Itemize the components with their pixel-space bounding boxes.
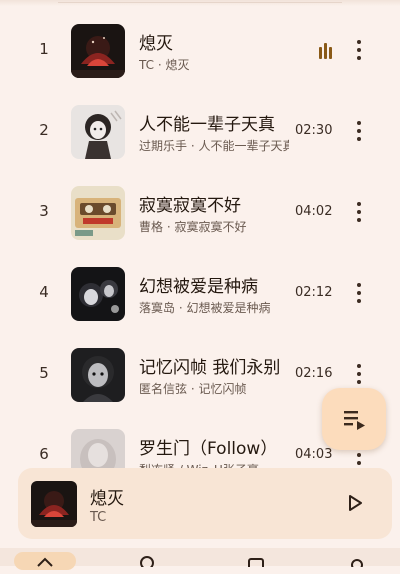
home-icon [37,557,53,567]
now-playing-title: 熄灭 [90,489,124,509]
queue-music-icon [344,411,365,430]
song-subtitle: 曹格 · 寂寞寂寞不好 [139,220,247,234]
song-row[interactable]: 4 幻想被爱是种病 落寞岛 · 幻想被爱是种病 02:12 [0,253,400,334]
song-subtitle: 过期乐手 · 人不能一辈子天真 [139,139,289,153]
nav-settings[interactable] [345,552,369,571]
equalizer-icon [316,43,336,59]
more-vertical-icon[interactable] [350,281,368,305]
song-index: 2 [39,121,49,139]
top-divider [0,0,400,6]
queue-button[interactable] [322,388,386,450]
song-index: 4 [39,283,49,301]
song-title: 罗生门（Follow） [139,439,278,459]
nav-home[interactable] [14,552,76,570]
song-duration: 02:30 [295,123,333,138]
now-playing-cover [31,481,77,527]
song-duration: 02:16 [295,366,333,381]
song-index: 3 [39,202,49,220]
song-row[interactable]: 1 熄灭 TC · 熄灭 [0,10,400,91]
song-title: 人不能一辈子天真 [139,115,275,135]
song-title: 记忆闪帧 我们永别 [139,358,281,378]
song-subtitle: 落寞岛 · 幻想被爱是种病 [139,301,271,315]
bottom-navigation [0,548,400,571]
song-index: 5 [39,364,49,382]
song-row[interactable]: 3 寂寞寂寞不好 曹格 · 寂寞寂寞不好 04:02 [0,172,400,253]
song-title: 幻想被爱是种病 [139,277,258,297]
song-duration: 02:12 [295,285,333,300]
more-vertical-icon[interactable] [350,119,368,143]
mini-player[interactable]: 熄灭 TC [18,468,392,539]
search-icon [140,556,154,570]
song-title: 熄灭 [139,34,173,54]
song-index: 1 [39,40,49,58]
nav-library[interactable] [245,552,269,570]
song-duration: 04:02 [295,204,333,219]
more-vertical-icon[interactable] [350,200,368,224]
album-cover [71,186,125,240]
song-row[interactable]: 2 人不能一辈子天真 过期乐手 · 人不能一辈子天真 02:30 [0,91,400,172]
gear-icon [351,559,363,571]
song-subtitle: TC · 熄灭 [139,58,190,72]
library-icon [248,558,264,570]
song-subtitle: 匿名信弦 · 记忆闪帧 [139,382,247,396]
song-index: 6 [39,445,49,463]
album-cover [71,267,125,321]
more-vertical-icon[interactable] [350,38,368,62]
nav-search[interactable] [136,552,160,570]
play-button[interactable] [345,493,365,513]
album-cover [71,105,125,159]
album-cover [71,24,125,78]
more-vertical-icon[interactable] [350,362,368,386]
now-playing-artist: TC [90,510,107,525]
song-title: 寂寞寂寞不好 [139,196,241,216]
play-icon [349,495,362,511]
album-cover [71,348,125,402]
